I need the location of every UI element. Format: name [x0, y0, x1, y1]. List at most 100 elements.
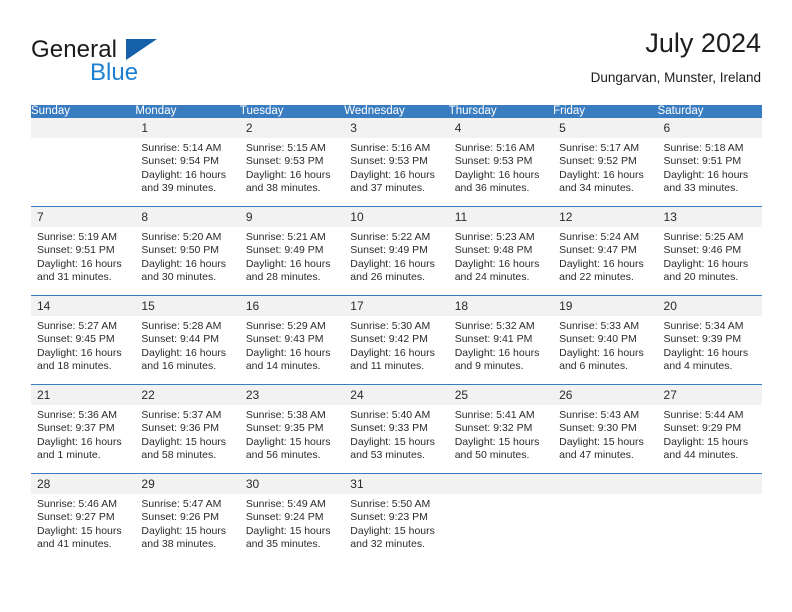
calendar-day-cell[interactable]: 22 Sunrise: 5:37 AM Sunset: 9:36 PM Dayligh… — [135, 384, 240, 474]
daylight-text-line2: and 16 minutes. — [141, 360, 217, 373]
day-number: 4 — [448, 118, 554, 138]
sunset-text: Sunset: 9:51 PM — [663, 155, 742, 168]
calendar-day-cell[interactable]: 10 Sunrise: 5:22 AM Sunset: 9:49 PM Dayligh… — [344, 206, 449, 296]
calendar-day-cell[interactable]: 29 Sunrise: 5:47 AM Sunset: 9:26 PM Dayligh… — [135, 473, 240, 560]
day-number — [448, 474, 554, 494]
calendar-day-cell[interactable]: 11 Sunrise: 5:23 AM Sunset: 9:48 PM Dayligh… — [448, 206, 554, 296]
calendar-day-cell[interactable]: 5 Sunrise: 5:17 AM Sunset: 9:52 PM Daylight… — [553, 117, 658, 207]
sunset-text: Sunset: 9:51 PM — [37, 244, 115, 257]
sunset-text: Sunset: 9:45 PM — [37, 333, 115, 346]
calendar-day-cell[interactable]: 21 Sunrise: 5:36 AM Sunset: 9:37 PM Dayligh… — [31, 384, 136, 474]
calendar-day-cell-empty — [31, 117, 136, 207]
sunrise-text: Sunrise: 5:32 AM — [454, 320, 535, 332]
daylight-text-line2: and 9 minutes. — [454, 360, 524, 373]
sunset-text: Sunset: 9:43 PM — [245, 333, 324, 346]
day-number: 7 — [31, 207, 136, 227]
daylight-text-line1: Daylight: 15 hours — [454, 435, 540, 448]
calendar-day-cell[interactable]: 23 Sunrise: 5:38 AM Sunset: 9:35 PM Dayligh… — [239, 384, 345, 474]
brand-name-blue: Blue — [90, 59, 139, 86]
day-number: 8 — [135, 207, 240, 227]
calendar-day-cell[interactable]: 26 Sunrise: 5:43 AM Sunset: 9:30 PM Dayligh… — [553, 384, 658, 474]
sunrise-text: Sunrise: 5:16 AM — [454, 142, 535, 154]
page-title: July 2024 — [645, 28, 761, 58]
calendar-day-cell-empty — [657, 473, 762, 560]
sunset-text: Sunset: 9:27 PM — [37, 511, 115, 524]
calendar-day-cell[interactable]: 18 Sunrise: 5:32 AM Sunset: 9:41 PM Dayligh… — [448, 295, 554, 385]
calendar-day-cell[interactable]: 19 Sunrise: 5:33 AM Sunset: 9:40 PM Dayligh… — [553, 295, 658, 385]
sunrise-text: Sunrise: 5:21 AM — [245, 231, 326, 243]
day-details: Sunrise: 5:18 AM Sunset: 9:51 PM Daylight:… — [658, 138, 762, 196]
sunrise-text: Sunrise: 5:24 AM — [559, 231, 640, 243]
day-number: 30 — [239, 474, 345, 494]
calendar-day-cell[interactable]: 7 Sunrise: 5:19 AM Sunset: 9:51 PM Daylight… — [31, 206, 136, 296]
calendar-day-cell[interactable]: 12 Sunrise: 5:24 AM Sunset: 9:47 PM Dayligh… — [553, 206, 658, 296]
calendar-day-cell[interactable]: 3 Sunrise: 5:16 AM Sunset: 9:53 PM Daylight… — [344, 117, 449, 207]
daylight-text-line2: and 39 minutes. — [141, 182, 217, 195]
daylight-text-line1: Daylight: 16 hours — [454, 168, 540, 181]
sunrise-text: Sunrise: 5:30 AM — [350, 320, 431, 332]
sunrise-text: Sunrise: 5:23 AM — [454, 231, 535, 243]
day-number: 31 — [344, 474, 449, 494]
calendar-day-cell[interactable]: 31 Sunrise: 5:50 AM Sunset: 9:23 PM Dayligh… — [344, 473, 449, 560]
calendar-day-cell[interactable]: 1 Sunrise: 5:14 AM Sunset: 9:54 PM Daylight… — [135, 117, 240, 207]
day-details: Sunrise: 5:49 AM Sunset: 9:24 PM Daylight:… — [240, 494, 344, 552]
daylight-text-line1: Daylight: 16 hours — [663, 257, 749, 270]
day-number: 11 — [448, 207, 554, 227]
day-details: Sunrise: 5:14 AM Sunset: 9:54 PM Daylight:… — [135, 138, 239, 196]
day-number: 14 — [31, 296, 136, 316]
triangle-icon — [126, 39, 157, 60]
calendar-day-cell[interactable]: 13 Sunrise: 5:25 AM Sunset: 9:46 PM Dayligh… — [657, 206, 762, 296]
sunset-text: Sunset: 9:39 PM — [663, 333, 742, 346]
day-number: 16 — [239, 296, 345, 316]
calendar-day-cell[interactable]: 4 Sunrise: 5:16 AM Sunset: 9:53 PM Daylight… — [448, 117, 554, 207]
daylight-text-line2: and 58 minutes. — [141, 449, 217, 462]
daylight-text-line2: and 26 minutes. — [350, 271, 425, 284]
sunset-text: Sunset: 9:53 PM — [454, 155, 533, 168]
calendar-day-cell[interactable]: 8 Sunrise: 5:20 AM Sunset: 9:50 PM Daylight… — [135, 206, 240, 296]
daylight-text-line2: and 31 minutes. — [37, 271, 112, 284]
calendar-day-cell[interactable]: 16 Sunrise: 5:29 AM Sunset: 9:43 PM Dayligh… — [239, 295, 345, 385]
daylight-text-line1: Daylight: 16 hours — [141, 346, 227, 359]
daylight-text-line1: Daylight: 15 hours — [245, 435, 331, 448]
sunset-text: Sunset: 9:49 PM — [245, 244, 324, 257]
sunrise-text: Sunrise: 5:38 AM — [245, 409, 326, 421]
day-details: Sunrise: 5:27 AM Sunset: 9:45 PM Daylight:… — [31, 316, 135, 374]
calendar-day-cell[interactable]: 17 Sunrise: 5:30 AM Sunset: 9:42 PM Dayligh… — [344, 295, 449, 385]
brand-logo[interactable]: General Blue — [31, 26, 251, 86]
sunset-text: Sunset: 9:26 PM — [141, 511, 220, 524]
day-details: Sunrise: 5:43 AM Sunset: 9:30 PM Daylight:… — [553, 405, 657, 463]
calendar-day-cell[interactable]: 6 Sunrise: 5:18 AM Sunset: 9:51 PM Daylight… — [657, 117, 762, 207]
daylight-text-line2: and 22 minutes. — [559, 271, 634, 284]
daylight-text-line1: Daylight: 15 hours — [141, 435, 227, 448]
calendar-day-cell[interactable]: 28 Sunrise: 5:46 AM Sunset: 9:27 PM Dayligh… — [31, 473, 136, 560]
day-number: 1 — [135, 118, 240, 138]
page-subtitle: Dungarvan, Munster, Ireland — [590, 70, 761, 85]
calendar-header-row: Sunday Monday Tuesday Wednesday Thursday… — [31, 105, 762, 118]
daylight-text-line2: and 53 minutes. — [350, 449, 425, 462]
calendar-day-cell[interactable]: 9 Sunrise: 5:21 AM Sunset: 9:49 PM Daylight… — [239, 206, 345, 296]
sunrise-text: Sunrise: 5:29 AM — [245, 320, 326, 332]
day-number: 5 — [553, 118, 658, 138]
daylight-text-line2: and 56 minutes. — [245, 449, 321, 462]
daylight-text-line1: Daylight: 16 hours — [559, 346, 644, 359]
calendar-day-cell[interactable]: 15 Sunrise: 5:28 AM Sunset: 9:44 PM Dayligh… — [135, 295, 240, 385]
sunrise-text: Sunrise: 5:33 AM — [559, 320, 640, 332]
day-number: 13 — [657, 207, 762, 227]
calendar-day-cell-empty — [553, 473, 658, 560]
daylight-text-line2: and 35 minutes. — [245, 538, 321, 551]
sunset-text: Sunset: 9:23 PM — [350, 511, 428, 524]
sunrise-text: Sunrise: 5:27 AM — [37, 320, 117, 332]
calendar-day-cell[interactable]: 25 Sunrise: 5:41 AM Sunset: 9:32 PM Dayligh… — [448, 384, 554, 474]
calendar-day-cell[interactable]: 30 Sunrise: 5:49 AM Sunset: 9:24 PM Dayligh… — [239, 473, 345, 560]
daylight-text-line2: and 32 minutes. — [350, 538, 425, 551]
sunset-text: Sunset: 9:47 PM — [559, 244, 637, 257]
sunset-text: Sunset: 9:32 PM — [454, 422, 533, 435]
calendar-day-cell[interactable]: 14 Sunrise: 5:27 AM Sunset: 9:45 PM Dayligh… — [31, 295, 136, 385]
sunset-text: Sunset: 9:35 PM — [245, 422, 324, 435]
daylight-text-line2: and 18 minutes. — [37, 360, 112, 373]
calendar-day-cell[interactable]: 27 Sunrise: 5:44 AM Sunset: 9:29 PM Dayligh… — [657, 384, 762, 474]
sunrise-text: Sunrise: 5:22 AM — [350, 231, 431, 243]
calendar-day-cell[interactable]: 24 Sunrise: 5:40 AM Sunset: 9:33 PM Dayligh… — [344, 384, 449, 474]
calendar-day-cell[interactable]: 2 Sunrise: 5:15 AM Sunset: 9:53 PM Daylight… — [239, 117, 345, 207]
calendar-day-cell[interactable]: 20 Sunrise: 5:34 AM Sunset: 9:39 PM Dayligh… — [657, 295, 762, 385]
